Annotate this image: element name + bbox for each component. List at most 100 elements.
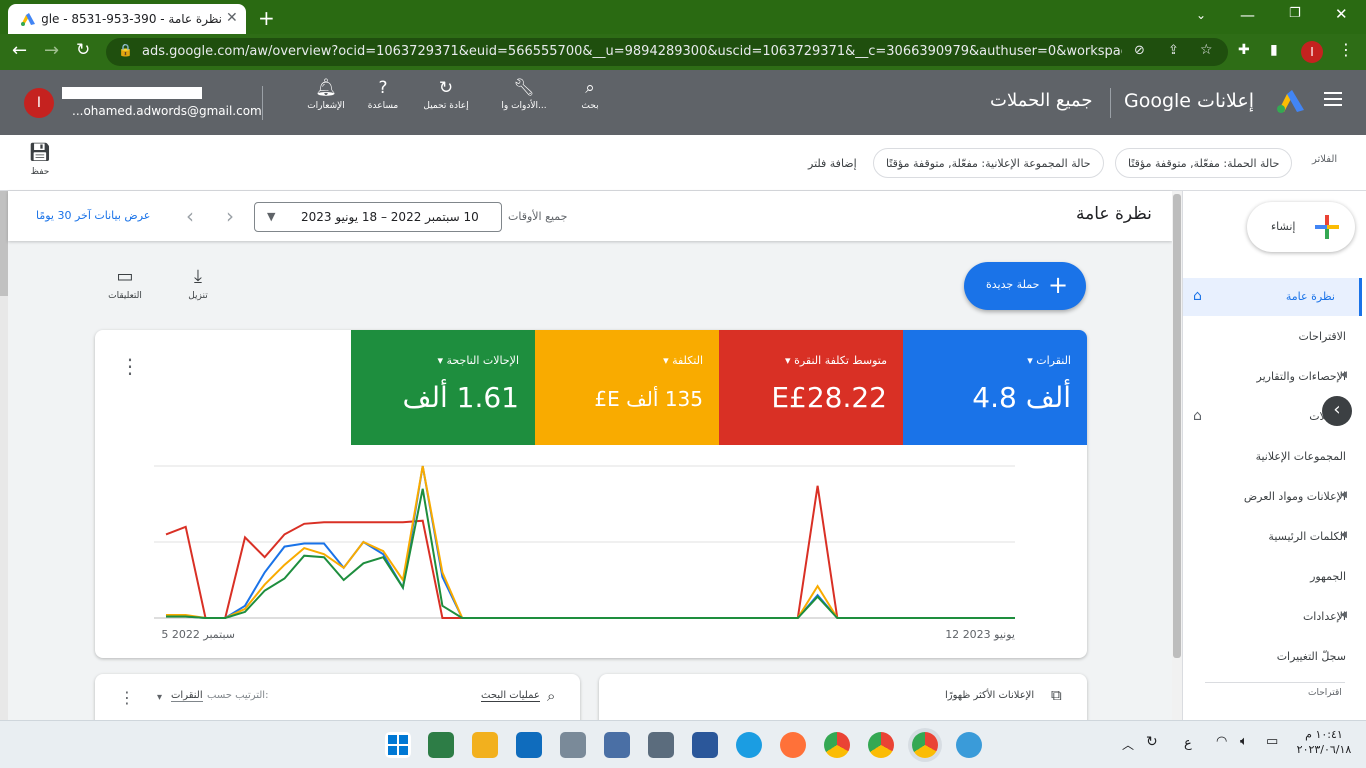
window-close-icon[interactable]: ✕ [1335,5,1348,23]
adgroup-status-filter-chip[interactable]: حالة المجموعة الإعلانية: مفعّلة, متوقفة … [873,148,1104,178]
file-explorer-icon[interactable] [472,732,498,758]
download-icon: ⤓ [194,266,202,287]
url-bar[interactable]: 🔒 ads.google.com/aw/overview?ocid=106372… [106,38,1228,66]
clock[interactable]: ١٠:٤١ م ٢٠٢٣/٠٦/١٨ [1296,727,1352,757]
windows-taskbar [0,720,1366,768]
kpi-dropdown-icon: ▾ [663,354,673,367]
search-button[interactable]: ⌕ بحث [570,78,610,111]
edge-icon[interactable] [736,732,762,758]
date-range-picker[interactable]: ▼ 10 سبتمبر 2022 – 18 يونيو 2023 [254,202,502,232]
sidebar-item-overview[interactable]: ⌂ نظرة عامة [1183,278,1362,316]
help-button[interactable]: ? مساعدة [360,78,406,111]
right-scrollbar[interactable] [1172,191,1182,720]
reload-data-button[interactable]: ↻ إعادة تحميل [418,78,474,111]
performance-line-chart: 5 سبتمبر 2022 12 يونيو 2023 [154,465,1015,641]
globe-app-icon[interactable] [956,732,982,758]
expand-arrow-icon[interactable]: ◀ [1340,610,1347,620]
expand-arrow-icon[interactable]: ◀ [1340,370,1347,380]
tools-button[interactable]: 🔧︎ الأدوات وا... [494,78,554,111]
start-button-icon[interactable] [385,732,411,758]
refresh-icon: ↻ [438,78,454,98]
more-icon[interactable]: ⋮ [119,688,135,707]
left-scrollbar[interactable] [0,191,8,720]
add-filter-link[interactable]: إضافة فلتر [808,157,857,170]
bell-icon: 🔔︎ [315,78,337,98]
close-tab-icon[interactable]: ✕ [226,10,238,26]
restore-icon[interactable]: ❐ [1289,6,1301,21]
campaign-status-filter-chip[interactable]: حالة الحملة: مفعّلة, متوقفة مؤقتًا [1115,148,1293,178]
browser-tab[interactable]: نظرة عامة - 390-953-8531 - ogle ✕ [8,4,246,34]
chevron-right-icon[interactable]: › [226,204,234,228]
sort-value[interactable]: النقرات [171,690,203,702]
hamburger-menu-icon[interactable] [1324,92,1342,106]
chrome-icon[interactable] [824,732,850,758]
card-more-icon[interactable]: ⋮ [120,354,140,378]
battery-icon[interactable]: ▭ [1266,734,1278,749]
header-divider-2 [1110,88,1111,118]
collapse-nav-button[interactable]: ‹ [1322,396,1352,426]
tray-refresh-icon[interactable]: ↻ [1146,734,1158,750]
sidebar-item-change-history[interactable]: سجلّ التغييرات [1277,650,1346,663]
share-icon[interactable]: ⇪ [1168,43,1179,58]
chevron-left-icon[interactable]: ‹ [186,204,194,228]
expand-arrow-icon[interactable]: ◀ [1340,490,1347,500]
home-icon: ⌂ [1193,288,1202,304]
chrome-profile-icon[interactable] [868,732,894,758]
filters-label: الفلاتر [1312,154,1338,165]
kpi-clicks[interactable]: ▾ النقرات 4.8 ألف [903,330,1087,445]
calculator-icon[interactable] [560,732,586,758]
extensions-icon[interactable]: ✚ [1238,42,1250,58]
forward-icon[interactable]: → [44,40,59,61]
series-line-0 [165,485,1015,619]
create-button[interactable]: إنشاء [1247,202,1355,252]
profile-avatar[interactable]: I [1301,41,1323,63]
last-30-days-link[interactable]: عرض بيانات آخر 30 يومًا [36,209,150,222]
back-icon[interactable]: ← [12,40,27,61]
reload-icon[interactable]: ↻ [76,40,90,60]
sidebar-item-insights-reports[interactable]: الإحصاءات والتقارير [1257,370,1347,383]
tab-search-icon[interactable]: ⌄ [1196,8,1206,22]
side-panel-icon[interactable]: ▮ [1270,42,1278,58]
kpi-cost[interactable]: ▾ التكلفة 135 ألف E£ [535,330,719,445]
sidebar-divider [1205,682,1345,683]
tab-title: نظرة عامة - 390-953-8531 - ogle [42,12,222,26]
kpi-conversions[interactable]: ▾ الإحالات الناجحة 1.61 ألف [351,330,535,445]
scope-title[interactable]: جميع الحملات [990,90,1092,111]
sidebar-item-ads-assets[interactable]: الإعلانات ومواد العرض [1244,490,1346,503]
notifications-button[interactable]: 🔔︎ الإشعارات [303,78,349,111]
firefox-icon[interactable] [780,732,806,758]
spreadsheet-app-icon[interactable] [428,732,454,758]
bookmark-star-icon[interactable]: ☆ [1200,42,1213,58]
volume-icon[interactable]: 🔈︎ [1240,734,1248,749]
browser-menu-icon[interactable]: ⋮ [1338,40,1354,59]
expand-arrow-icon[interactable]: ◀ [1340,530,1347,540]
tray-chevron-up-icon[interactable]: ︿ [1122,736,1134,753]
kpi-dropdown-icon: ▾ [785,354,795,367]
notepad-icon[interactable] [604,732,630,758]
search-terms-tab[interactable]: عمليات البحث [481,690,540,702]
minimize-icon[interactable]: — [1240,6,1255,24]
eye-off-icon[interactable]: ⊘ [1134,43,1145,58]
document-app-icon[interactable] [648,732,674,758]
store-app-icon[interactable] [516,732,542,758]
input-language[interactable]: ع [1184,736,1192,751]
download-button[interactable]: ⤓ تنزيل [180,266,216,301]
kpi-avg-cpc[interactable]: ▾ متوسط تكلفة النقرة E£28.22 [719,330,903,445]
new-tab-icon[interactable]: + [258,6,275,30]
comments-button[interactable]: ▭ التعليقات [106,266,144,301]
header-divider [262,86,263,120]
word-icon[interactable] [692,732,718,758]
save-button[interactable]: 💾︎ حفظ [28,142,52,177]
wifi-icon[interactable]: ◠ [1216,734,1227,749]
sidebar-item-ad-groups[interactable]: المجموعات الإعلانية [1256,450,1346,463]
chrome-active-icon[interactable] [912,732,938,758]
sidebar-item-audience[interactable]: الجمهور [1310,570,1346,583]
account-email: ...ohamed.adwords@gmail.com [72,104,262,118]
product-name: إعلانات Google [1124,90,1254,112]
new-campaign-button[interactable]: + حملة جديدة [964,262,1086,310]
account-avatar[interactable]: I [24,88,54,118]
sidebar-item-recommendations[interactable]: الاقتراحات [1298,330,1346,343]
date-range-value: 10 سبتمبر 2022 – 18 يونيو 2023 [301,210,479,224]
wrench-icon: 🔧︎ [513,78,535,98]
sidebar-item-keywords[interactable]: الكلمات الرئيسية [1268,530,1346,543]
